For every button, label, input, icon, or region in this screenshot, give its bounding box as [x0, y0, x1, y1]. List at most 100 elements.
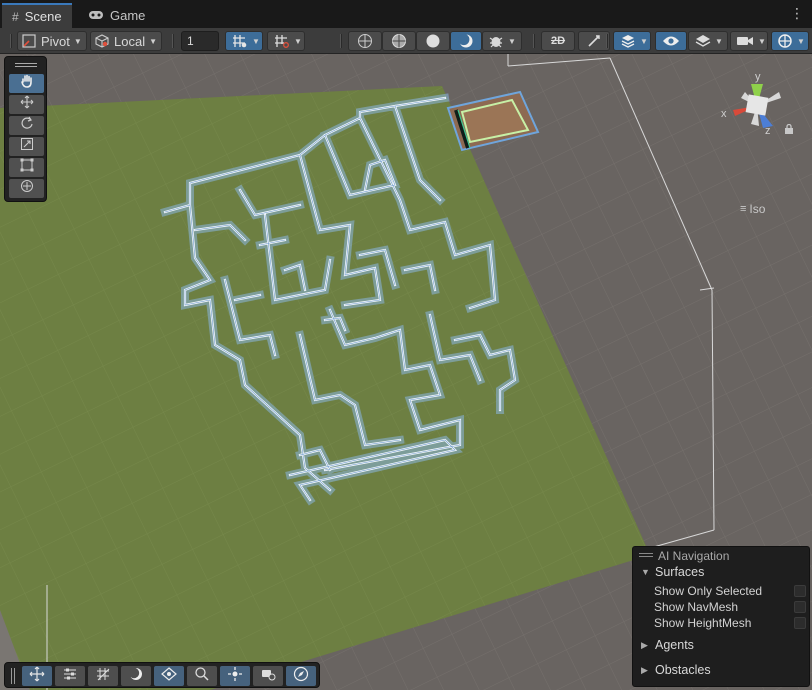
camera-settings-dropdown[interactable]: ▼	[730, 31, 768, 51]
gizmos-icon	[777, 33, 793, 49]
show-navmesh-row[interactable]: Show NavMesh	[654, 600, 806, 614]
pivot-points-button[interactable]	[220, 666, 250, 686]
2d-icon: 2D	[550, 35, 566, 47]
debug-draw-mode-dropdown[interactable]: ▼	[482, 31, 522, 51]
rotate-tool-button[interactable]	[9, 116, 44, 135]
tab-bar: # Scene Game ⋮	[0, 0, 812, 28]
tab-scene-label: Scene	[24, 9, 62, 24]
ai-navigation-overlay: AI Navigation ▼ Surfaces Show Only Selec…	[632, 546, 810, 687]
more-options-icon[interactable]: ⋮	[790, 6, 804, 20]
obstacles-label: Obstacles	[655, 663, 711, 677]
tab-game[interactable]: Game	[78, 3, 150, 28]
orientation-gizmo: y x z	[721, 71, 781, 137]
show-heightmesh-row[interactable]: Show HeightMesh	[654, 616, 806, 630]
move-tool-button[interactable]	[9, 95, 44, 114]
half-sphere-icon	[128, 666, 144, 687]
lighting-off-icon	[586, 33, 602, 49]
show-navmesh-checkbox[interactable]	[794, 601, 806, 613]
surfaces-foldout[interactable]: ▼ Surfaces	[641, 565, 704, 579]
wireframe-sphere-icon	[357, 33, 373, 49]
tools-overlay	[4, 56, 47, 202]
2d-toggle-button[interactable]: 2D	[541, 31, 575, 51]
scale-icon	[20, 137, 34, 156]
shaded-wireframe-icon	[391, 33, 407, 49]
transform-tool-button[interactable]	[9, 179, 44, 198]
show-heightmesh-label: Show HeightMesh	[654, 616, 752, 630]
hamburger-icon: ≡	[740, 203, 747, 215]
increment-snap-dropdown[interactable]: ▼	[267, 31, 305, 51]
layers-icon	[695, 34, 711, 48]
collapsed-triangle-icon: ▶	[641, 664, 648, 675]
toolbar-grip[interactable]	[533, 34, 535, 48]
gamepad-icon	[88, 9, 104, 23]
grid-icon: #	[12, 9, 19, 24]
rect-icon	[20, 158, 34, 177]
shading-wireframe-button[interactable]	[348, 31, 382, 51]
lighting-button[interactable]	[121, 666, 151, 686]
rotate-icon	[20, 116, 34, 135]
search-button[interactable]	[187, 666, 217, 686]
gizmo-axis-x: x	[721, 108, 727, 120]
chevron-down-icon: ▼	[797, 36, 805, 46]
hand-tool-button[interactable]	[9, 74, 44, 93]
toolbar-grip[interactable]	[606, 34, 608, 48]
show-only-selected-row[interactable]: Show Only Selected	[654, 584, 806, 598]
tab-scene[interactable]: # Scene	[2, 3, 72, 28]
move-arrows-icon	[29, 666, 45, 687]
overlay-grip[interactable]	[11, 668, 15, 684]
compass-button[interactable]	[286, 666, 316, 686]
pivot-icon	[22, 34, 36, 48]
pivot-dropdown[interactable]: Pivot ▼	[17, 31, 87, 51]
space-label: Local	[114, 33, 146, 49]
overlays-dropdown[interactable]: ▼	[613, 31, 651, 51]
crosshair-icon	[227, 666, 243, 687]
snap-increment-icon	[274, 34, 290, 48]
overlay-grip[interactable]	[15, 63, 37, 67]
grid-toggle-button[interactable]	[88, 666, 118, 686]
grid-snapping-dropdown[interactable]: ▼	[225, 31, 263, 51]
gizmos-dropdown[interactable]: ▼	[771, 31, 809, 51]
collapsed-triangle-icon: ▶	[641, 639, 648, 650]
eye-icon	[662, 35, 680, 47]
show-only-selected-checkbox[interactable]	[794, 585, 806, 597]
toolbar-grip[interactable]	[340, 34, 342, 48]
layers-dropdown[interactable]: ▼	[688, 31, 728, 51]
ai-navigation-title: AI Navigation	[658, 549, 730, 563]
sliders-icon	[62, 666, 78, 687]
transform-icon	[20, 179, 34, 198]
toolbar-grip[interactable]	[10, 34, 12, 48]
scale-tool-button[interactable]	[9, 137, 44, 156]
chevron-down-icon: ▼	[149, 36, 157, 46]
view-mode-label: Iso	[749, 202, 766, 216]
space-dropdown[interactable]: Local ▼	[90, 31, 162, 51]
toolbar-grip[interactable]	[172, 34, 174, 48]
surfaces-label: Surfaces	[655, 565, 705, 579]
show-heightmesh-checkbox[interactable]	[794, 617, 806, 629]
hand-icon	[20, 74, 34, 93]
navmesh-move-button[interactable]	[22, 666, 52, 686]
lock-icon[interactable]	[785, 121, 793, 139]
navmesh-surface-button[interactable]	[154, 666, 184, 686]
chevron-down-icon: ▼	[715, 36, 723, 46]
shading-lit-button[interactable]	[450, 31, 482, 51]
rect-tool-button[interactable]	[9, 158, 44, 177]
chevron-down-icon: ▼	[73, 36, 82, 46]
shading-shaded-button[interactable]	[416, 31, 450, 51]
scene-visibility-button[interactable]	[655, 31, 687, 51]
expanded-triangle-icon: ▼	[641, 567, 650, 577]
view-mode-toggle[interactable]: ≡ Iso	[740, 202, 765, 216]
bug-icon	[488, 33, 504, 49]
sliders-button[interactable]	[55, 666, 85, 686]
overlays-icon	[620, 33, 636, 49]
agents-label: Agents	[655, 638, 694, 652]
obstacles-foldout[interactable]: ▶ Obstacles	[641, 663, 711, 677]
camera-preview-button[interactable]	[253, 666, 283, 686]
grid-size-input[interactable]: 1	[181, 31, 219, 51]
shading-shaded-wireframe-button[interactable]	[382, 31, 416, 51]
bottom-tools-overlay	[4, 662, 320, 688]
agents-foldout[interactable]: ▶ Agents	[641, 638, 694, 652]
chevron-down-icon: ▼	[508, 36, 516, 46]
grid-hatch-icon	[95, 666, 111, 687]
lit-sphere-icon	[458, 33, 474, 49]
overlay-grip[interactable]	[639, 553, 653, 557]
